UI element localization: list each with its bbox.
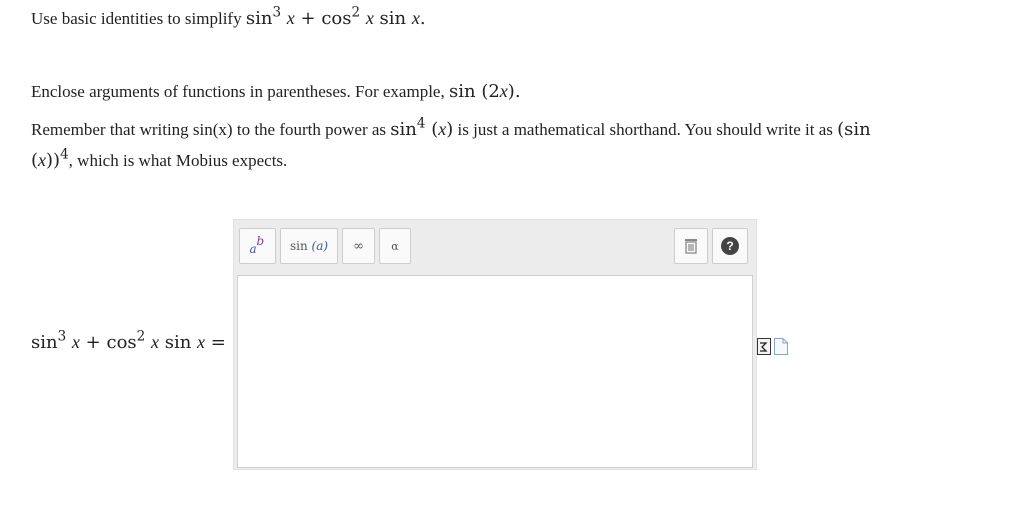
remember-example-power: sin4 (x) <box>390 115 454 140</box>
document-icon[interactable] <box>774 338 788 355</box>
trash-icon <box>685 239 697 254</box>
greek-button[interactable]: α <box>379 228 411 264</box>
power-button[interactable]: a b <box>239 228 276 264</box>
answer-lhs: sin3 x + cos2 x sin x = <box>31 328 226 353</box>
enclose-instruction: Enclose arguments of functions in parent… <box>31 81 521 102</box>
enclose-example: sin (2x). <box>448 81 521 102</box>
help-icon: ? <box>721 237 739 255</box>
help-button[interactable]: ? <box>712 228 748 264</box>
editor-toolbar: a b sin (a) ∞ α ? <box>239 228 751 266</box>
question-line: Use basic identities to simplify sin3 x … <box>31 3 426 34</box>
answer-input[interactable] <box>237 275 753 468</box>
remember-instruction: Remember that writing sin(x) to the four… <box>31 115 871 171</box>
question-prefix: Use basic identities to simplify <box>31 9 242 28</box>
alpha-icon: α <box>391 239 399 253</box>
question-expression: sin3 x + cos2 x sin x. <box>245 4 426 29</box>
function-arg: (a) <box>311 239 329 253</box>
equation-editor: a b sin (a) ∞ α ? <box>233 219 757 470</box>
function-label: sin <box>289 239 308 253</box>
power-exp-label: b <box>256 234 265 248</box>
infinity-icon: ∞ <box>353 238 364 254</box>
trash-button[interactable] <box>674 228 708 264</box>
math-preview-icon[interactable] <box>757 338 771 355</box>
infinity-button[interactable]: ∞ <box>342 228 375 264</box>
function-button[interactable]: sin (a) <box>280 228 338 264</box>
